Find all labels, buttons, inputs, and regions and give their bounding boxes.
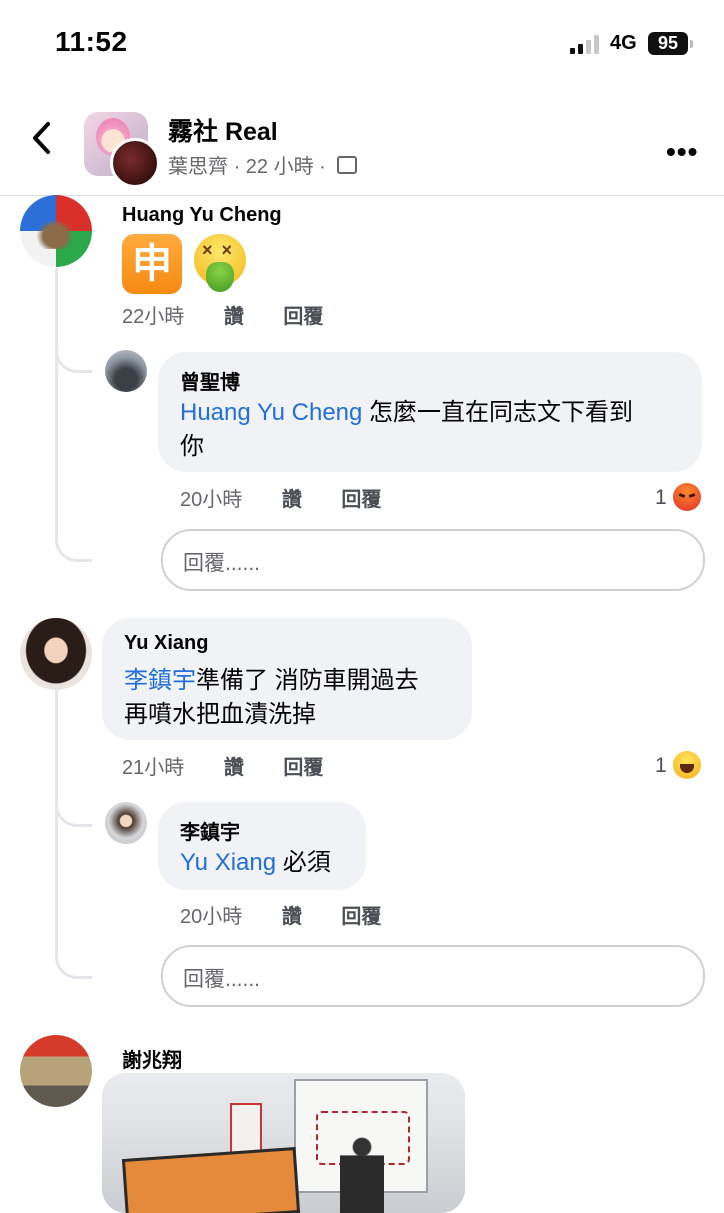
comment-author[interactable]: Yu Xiang — [124, 632, 208, 655]
comment-photo[interactable] — [102, 1073, 465, 1213]
network-type: 4G — [610, 32, 637, 54]
thread-line — [55, 268, 58, 528]
reply-button[interactable]: 回覆 — [341, 906, 381, 928]
person-image — [340, 1135, 384, 1213]
comment-text: 李鎮宇準備了 消防車開過去 — [124, 667, 419, 694]
comment-text: 再噴水把血漬洗掉 — [124, 701, 316, 728]
mention-link[interactable]: Huang Yu Cheng — [180, 399, 362, 426]
emoji-sticker: 申 — [122, 234, 182, 294]
comment-time: 22小時 — [122, 306, 185, 328]
comment-author[interactable]: Huang Yu Cheng — [122, 204, 282, 227]
status-time: 11:52 — [55, 26, 128, 57]
like-button[interactable]: 讚 — [224, 757, 244, 779]
comment-time: 20小時 — [180, 906, 243, 928]
reply-input[interactable]: 回覆...... — [161, 529, 705, 591]
thread-line — [55, 690, 58, 945]
back-arrow-icon[interactable] — [30, 120, 54, 156]
protest-sign-image — [121, 1147, 301, 1213]
avatar[interactable] — [20, 195, 92, 267]
comment-actions: 20小時 讚 回覆 — [180, 483, 415, 512]
thread-branch — [55, 942, 92, 979]
comment-text: 你 — [180, 433, 204, 460]
comment-time: 20小時 — [180, 489, 243, 511]
comment-actions: 21小時 讚 回覆 — [122, 751, 357, 780]
reaction-count: 1 — [655, 754, 667, 777]
post-time: 22 小時 — [245, 156, 314, 178]
reaction-summary[interactable]: 1 — [655, 751, 701, 779]
comment-actions: 20小時 讚 回覆 — [180, 900, 415, 929]
reply-button[interactable]: 回覆 — [341, 489, 381, 511]
thread-branch — [55, 525, 92, 562]
comment-bubble: 曾聖博 Huang Yu Cheng 怎麼一直在同志文下看到 你 — [158, 352, 702, 472]
haha-icon — [672, 751, 701, 779]
comment-bubble: Yu Xiang 李鎮宇準備了 消防車開過去 再噴水把血漬洗掉 — [102, 618, 472, 740]
reply-placeholder: 回覆...... — [183, 968, 261, 991]
comment-text: Huang Yu Cheng 怎麼一直在同志文下看到 — [180, 399, 634, 426]
thread-branch — [55, 336, 92, 373]
comment-bubble: 李鎮宇 Yu Xiang 必須 — [158, 802, 366, 890]
like-button[interactable]: 讚 — [224, 306, 244, 328]
avatar[interactable] — [20, 1035, 92, 1107]
reaction-count: 1 — [655, 486, 667, 509]
like-button[interactable]: 讚 — [282, 489, 302, 511]
comment-author[interactable]: 李鎮宇 — [180, 816, 240, 845]
reply-input[interactable]: 回覆...... — [161, 945, 705, 1007]
avatar[interactable] — [105, 802, 147, 844]
post-author[interactable]: 葉思齊 — [168, 156, 228, 178]
comment-text: Yu Xiang 必須 — [180, 849, 331, 876]
comment-author[interactable]: 謝兆翔 — [122, 1044, 182, 1073]
reaction-summary[interactable]: 1 — [655, 483, 701, 511]
post-meta: 葉思齊 · 22 小時 · — [168, 150, 358, 179]
thread-branch — [55, 790, 92, 827]
reply-button[interactable]: 回覆 — [283, 306, 323, 328]
reply-button[interactable]: 回覆 — [283, 757, 323, 779]
angry-icon — [672, 483, 701, 511]
signal-icon — [570, 34, 604, 54]
header-divider — [0, 195, 724, 196]
reply-placeholder: 回覆...... — [183, 552, 261, 575]
battery-icon: 95 — [648, 32, 688, 55]
author-avatar[interactable] — [110, 138, 160, 188]
comment-author[interactable]: 曾聖博 — [180, 366, 240, 395]
like-button[interactable]: 讚 — [282, 906, 302, 928]
group-privacy-icon — [337, 156, 358, 174]
comment-time: 21小時 — [122, 757, 185, 779]
vomit-emoji-icon — [194, 234, 246, 292]
avatar[interactable] — [20, 618, 92, 690]
battery-tip — [690, 40, 693, 48]
group-title[interactable]: 霧社 Real — [168, 112, 278, 148]
comment-actions: 22小時 讚 回覆 — [122, 300, 357, 329]
avatar[interactable] — [105, 350, 147, 392]
mention-link[interactable]: Yu Xiang — [180, 849, 276, 876]
mention-link[interactable]: 李鎮宇 — [124, 667, 196, 694]
more-options-icon[interactable]: ••• — [666, 136, 698, 168]
